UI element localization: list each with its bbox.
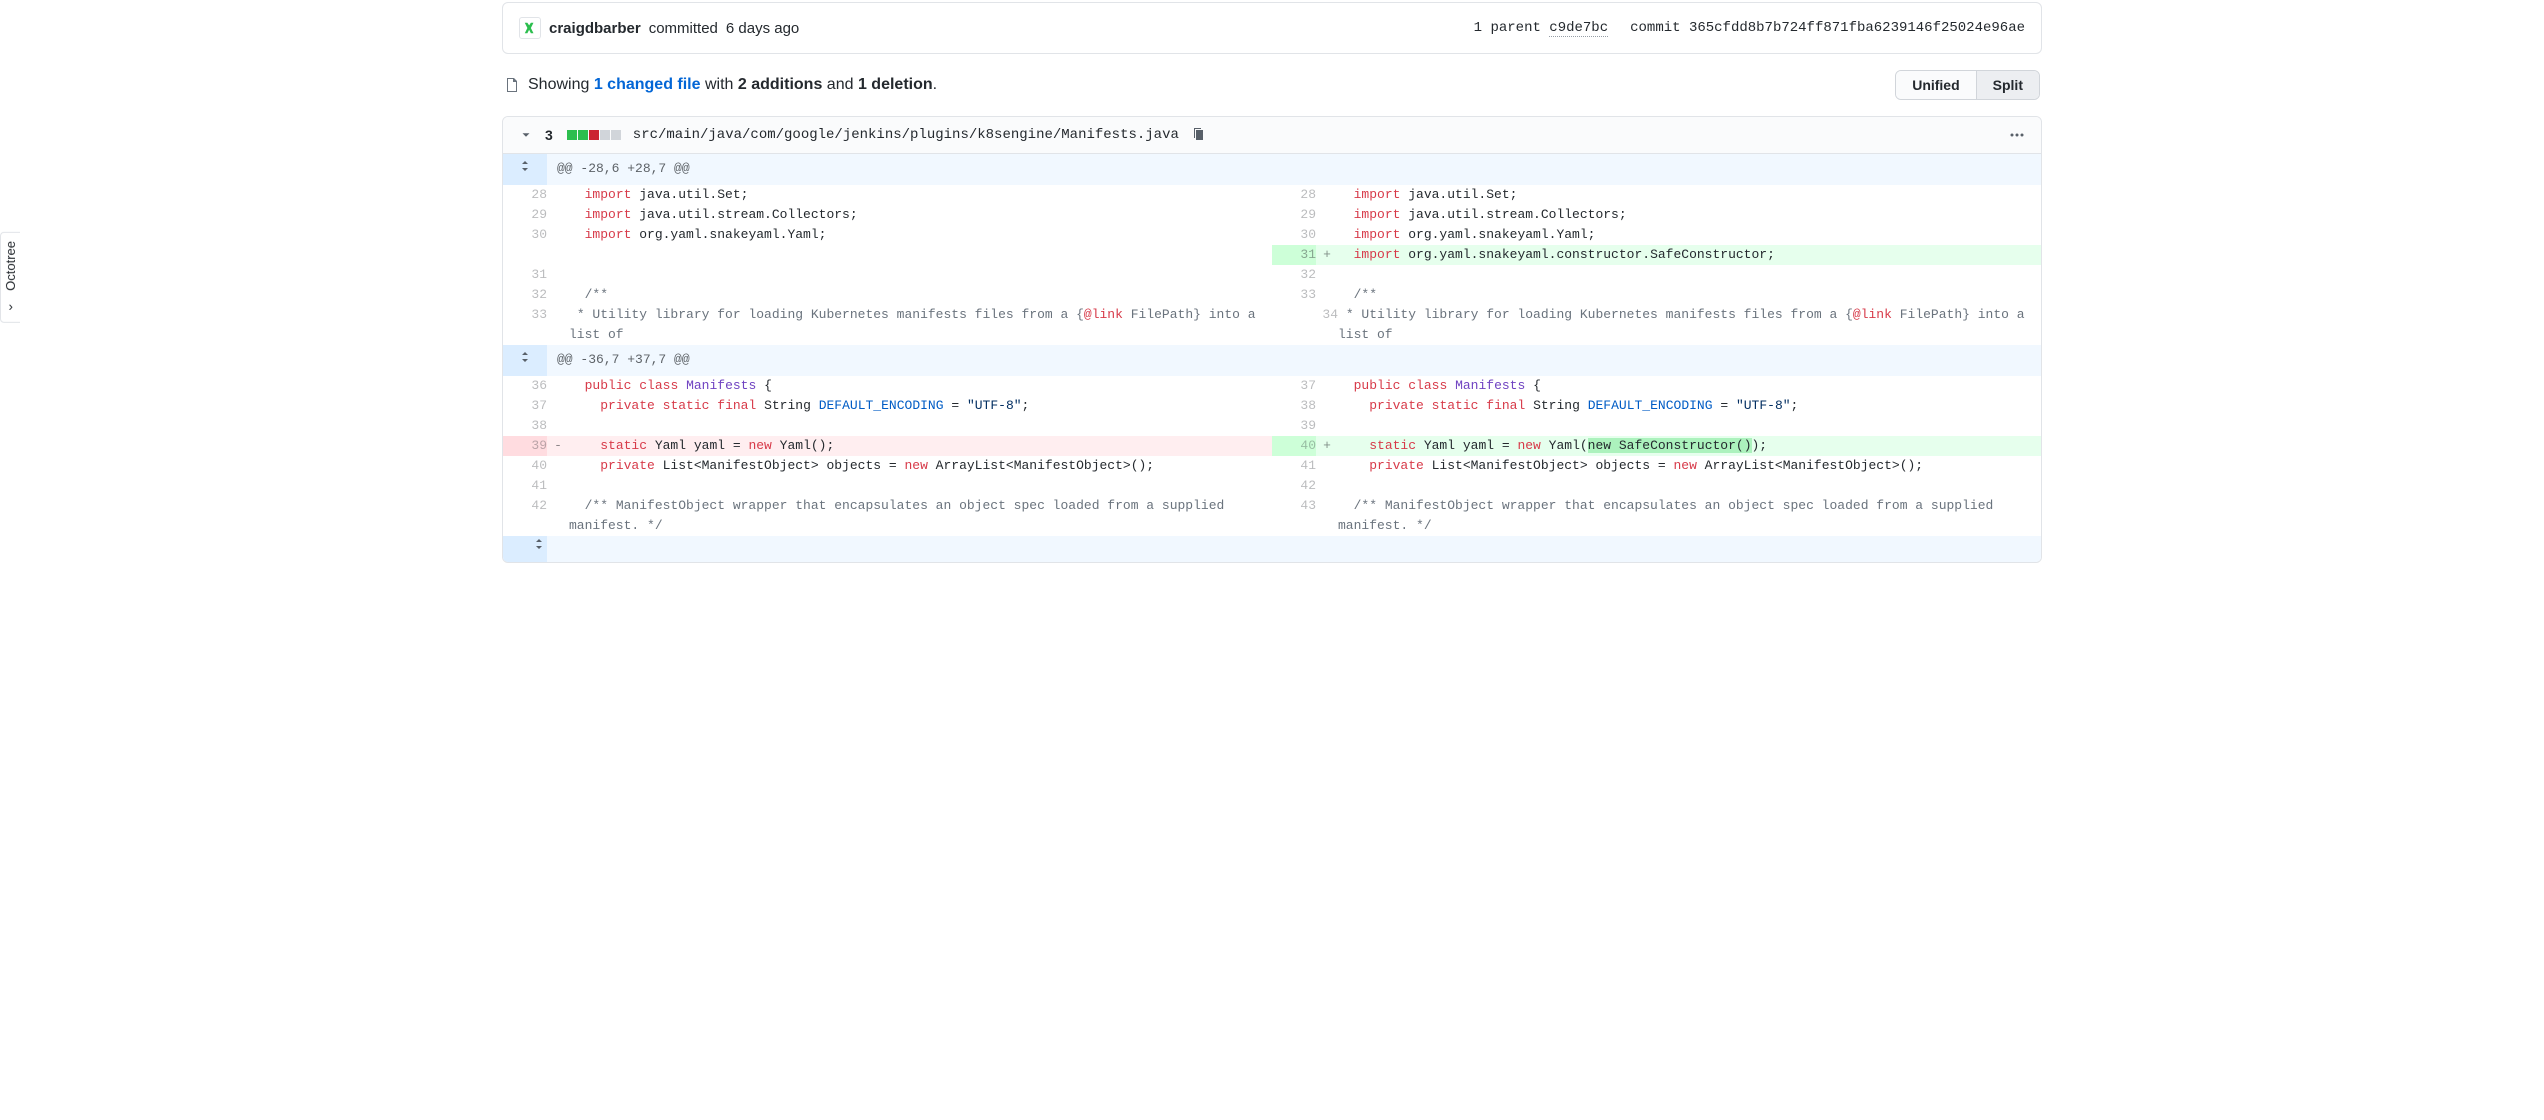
diff-row: 42 /** ManifestObject wrapper that encap… [503,496,2041,536]
diff-row: 4142 [503,476,2041,496]
commit-header: craigdbarber committed 6 days ago 1 pare… [502,2,2042,54]
diff-row: 32 /**33 /** [503,285,2041,305]
diffstat-icon [567,130,621,140]
changes-summary-bar: Showing 1 changed file with 2 additions … [502,70,2042,100]
kebab-menu-icon[interactable] [2009,127,2025,143]
file-path[interactable]: src/main/java/com/google/jenkins/plugins… [633,127,1179,143]
hunk-text: @@ -28,6 +28,7 @@ [547,154,2041,185]
expand-hunk[interactable] [503,536,2041,562]
diff-row: 3839 [503,416,2041,436]
diff-row: 29 import java.util.stream.Collectors;29… [503,205,2041,225]
parent-label: 1 parent [1474,20,1541,36]
hunk-header: @@ -28,6 +28,7 @@ [503,154,2041,185]
octotree-label: Octotree [3,241,18,291]
showing-label: Showing [528,76,589,93]
expand-icon[interactable] [517,158,533,174]
chevron-down-icon[interactable] [519,128,533,142]
changed-files-link[interactable]: 1 changed file [594,76,701,93]
and-label: and [827,76,854,93]
expand-down-icon[interactable] [531,536,547,552]
hunk-header: @@ -36,7 +37,7 @@ [503,345,2041,376]
diff-row: 33 * Utility library for loading Kuberne… [503,305,2041,345]
file-change-count: 3 [545,127,553,143]
parent-sha-link[interactable]: c9de7bc [1549,20,1608,37]
commit-sha: 365cfdd8b7b724ff871fba6239146f25024e96ae [1689,20,2025,36]
commit-author[interactable]: craigdbarber [549,20,641,37]
commit-action: committed [649,20,718,37]
with-label: with [705,76,733,93]
diff-row: 37 private static final String DEFAULT_E… [503,396,2041,416]
file-header: 3 src/main/java/com/google/jenkins/plugi… [503,117,2041,154]
diff-row: 40 private List<ManifestObject> objects … [503,456,2041,476]
chevron-right-icon: › [8,299,12,314]
diff-row-addition: 31+ import org.yaml.snakeyaml.constructo… [503,245,2041,265]
commit-time: 6 days ago [726,20,799,37]
avatar[interactable] [519,17,541,39]
copy-path-icon[interactable] [1191,127,1207,143]
octotree-toggle[interactable]: › Octotree [0,232,20,323]
split-button[interactable]: Split [1977,71,2039,99]
diff-row: 36 public class Manifests {37 public cla… [503,376,2041,396]
diff-row-change: 39- static Yaml yaml = new Yaml(); 40+ s… [503,436,2041,456]
diff-view-toggle: Unified Split [1895,70,2040,100]
expand-icon[interactable] [517,349,533,365]
unified-button[interactable]: Unified [1896,71,1976,99]
additions-count: 2 additions [738,76,822,93]
file-icon [504,77,520,93]
diff-table: @@ -28,6 +28,7 @@ 28 import java.util.Se… [503,154,2041,562]
file-diff: 3 src/main/java/com/google/jenkins/plugi… [502,116,2042,563]
deletions-count: 1 deletion [858,76,933,93]
commit-label: commit [1630,20,1680,36]
diff-row: 28 import java.util.Set;28 import java.u… [503,185,2041,205]
diff-row: 30 import org.yaml.snakeyaml.Yaml;30 imp… [503,225,2041,245]
hunk-text: @@ -36,7 +37,7 @@ [547,345,2041,376]
period: . [933,76,937,93]
diff-row: 3132 [503,265,2041,285]
